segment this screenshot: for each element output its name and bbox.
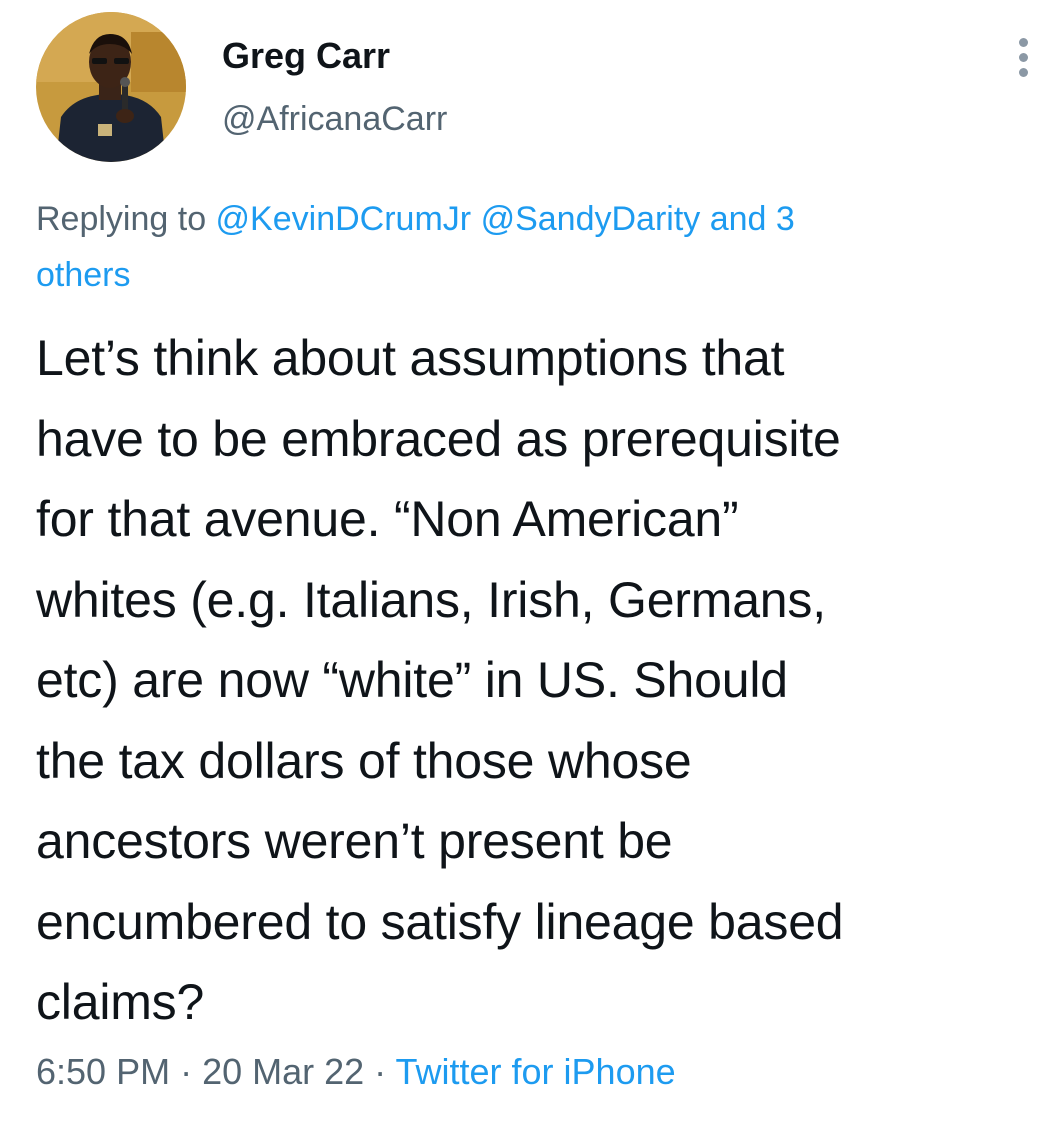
tweet-date[interactable]: 20 Mar 22 [202, 1051, 364, 1092]
mention-link-kevindcrumjr[interactable]: @KevinDCrumJr [216, 200, 472, 238]
tweet-text-line: claims? [36, 974, 205, 1030]
more-vertical-icon [1019, 38, 1028, 47]
author-display-name[interactable]: Greg Carr [222, 34, 390, 78]
author-handle[interactable]: @AfricanaCarr [222, 97, 447, 141]
tweet-source-link[interactable]: Twitter for iPhone [396, 1051, 676, 1092]
mention-link-sandydarity[interactable]: @SandyDarity [481, 200, 701, 238]
tweet-text-line: ancestors weren’t present be [36, 813, 673, 869]
meta-separator: · [364, 1051, 396, 1092]
tweet-text-line: encumbered to satisfy lineage based [36, 893, 844, 950]
replying-to-label: Replying to [36, 200, 216, 238]
tweet-time[interactable]: 6:50 PM [36, 1051, 170, 1092]
tweet-text-line: the tax dollars of those whose [36, 732, 692, 789]
tweet-text-line: Let’s think about assumptions that [36, 330, 785, 386]
tweet-text-line: for that avenue. “Non American” [36, 491, 739, 547]
more-vertical-icon [1019, 68, 1028, 77]
tweet-container: Greg Carr @AfricanaCarr Replying to @Kev… [0, 0, 1050, 1123]
tweet-text-line: etc) are now “white” in US. Should [36, 652, 788, 708]
more-options-button[interactable] [1006, 30, 1040, 84]
reply-context: Replying to @KevinDCrumJr @SandyDarity a… [36, 191, 996, 303]
meta-separator: · [170, 1051, 203, 1092]
tweet-text-line: whites (e.g. Italians, Irish, Germans, [36, 571, 826, 628]
tweet-text-line: have to be embraced as prerequisite [36, 410, 841, 467]
others-link-continued[interactable]: others [36, 256, 131, 294]
others-link[interactable]: and 3 [710, 200, 795, 238]
author-avatar[interactable] [36, 12, 186, 162]
tweet-body: Let’s think about assumptions that have … [36, 318, 1036, 1043]
avatar-photo-icon [36, 12, 186, 162]
more-vertical-icon [1019, 53, 1028, 62]
tweet-metadata: 6:50 PM · 20 Mar 22 · Twitter for iPhone [36, 1046, 676, 1098]
